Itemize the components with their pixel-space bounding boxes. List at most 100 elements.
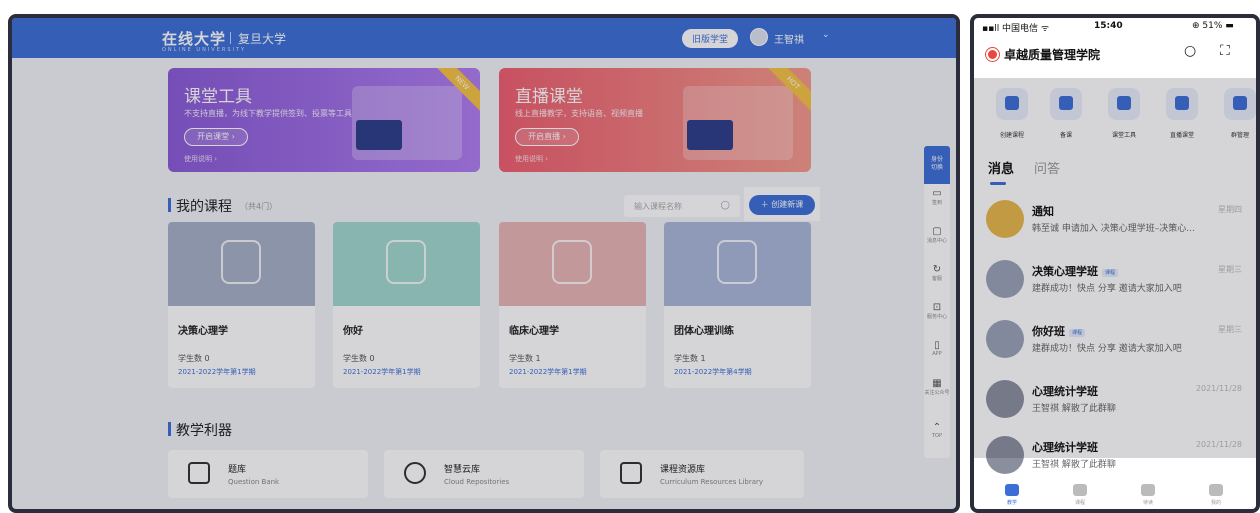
tab-messages[interactable]: 消息 <box>988 162 1014 177</box>
message-item[interactable]: 心理统计学班 王智祺 解散了此群聊 2021/11/28 <box>974 426 1256 486</box>
bell-icon <box>986 200 1024 238</box>
message-item[interactable]: 你好班 课程 建群成功！快点 分享 邀请大家加入吧 星期三 <box>974 310 1256 370</box>
rail-item-app[interactable]: ▯ APP <box>924 340 950 357</box>
quick-label: 创建课程 <box>999 132 1024 139</box>
course-term: 2021-2022学年第1学期 <box>343 368 421 376</box>
group-avatar <box>986 380 1024 418</box>
banner-title: 直播课堂 <box>515 87 583 107</box>
nav-label: 教学 <box>1006 500 1017 506</box>
nav-pending[interactable]: 待读 <box>1128 484 1168 506</box>
user-avatar[interactable] <box>750 28 768 46</box>
library-icon <box>620 462 642 484</box>
battery-indicator: ⊕ 51% ▬ <box>1192 21 1234 31</box>
course-card[interactable]: 你好 学生数 0 2021-2022学年第1学期 <box>333 222 480 388</box>
course-card[interactable]: 决策心理学 学生数 0 2021-2022学年第1学期 <box>168 222 315 388</box>
rail-label: TOP <box>931 433 942 439</box>
message-item[interactable]: 决策心理学班 课程 建群成功！快点 分享 邀请大家加入吧 星期三 <box>974 250 1256 310</box>
book-icon <box>717 240 757 284</box>
course-cover <box>664 222 811 306</box>
rail-item-support[interactable]: ↻ 客服 <box>924 264 950 282</box>
logo-text: 在线大学 <box>162 30 227 48</box>
course-cover <box>168 222 315 306</box>
rail-label: 客服 <box>931 276 942 282</box>
tool-question-bank[interactable]: 题库 Question Bank <box>168 450 368 498</box>
message-time: 2021/11/28 <box>1195 440 1242 449</box>
message-preview: 王智祺 解散了此群聊 <box>1032 404 1116 414</box>
start-live-button[interactable]: 开启直播 › <box>515 128 579 146</box>
rail-item-wechat[interactable]: ▦ 关注公众号 <box>924 378 950 396</box>
quick-group-manage[interactable]: 群管理 <box>1212 88 1256 139</box>
tool-resources-library[interactable]: 课程资源库 Curriculum Resources Library <box>600 450 804 498</box>
live-illustration <box>683 86 793 160</box>
tool-name: 课程资源库 <box>660 465 706 475</box>
message-item[interactable]: 心理统计学班 王智祺 解散了此群聊 2021/11/28 <box>974 370 1256 430</box>
rail-item-top[interactable]: ⌃ TOP <box>924 422 950 439</box>
head-icon <box>386 240 426 284</box>
start-class-button[interactable]: 开启课堂 › <box>184 128 248 146</box>
dim-overlay <box>12 18 956 509</box>
site-logo[interactable]: 在线大学 ONLINE UNIVERSITY <box>162 28 246 53</box>
app-logo <box>986 48 999 61</box>
create-course-button[interactable]: ＋ 创建新课 <box>749 195 815 215</box>
nav-courses[interactable]: 课程 <box>1060 484 1100 506</box>
course-icon <box>1073 484 1087 496</box>
course-card[interactable]: 临床心理学 学生数 1 2021-2022学年第1学期 <box>499 222 646 388</box>
tool-name: 题库 <box>228 465 247 475</box>
tab-qa[interactable]: 问答 <box>1034 162 1060 177</box>
tool-subtitle: Question Bank <box>228 478 280 486</box>
search-icon[interactable]: ○ <box>1184 43 1196 59</box>
help-link[interactable]: 使用说明 › <box>515 154 548 164</box>
message-icon: ▢ <box>932 226 942 237</box>
teaching-tools-title: 教学利器 <box>176 423 232 439</box>
identity-switch-button[interactable]: 身份 切换 <box>924 146 950 184</box>
search-icon[interactable]: ○ <box>720 198 730 211</box>
service-icon: ⊡ <box>932 302 942 313</box>
logo-divider <box>230 32 231 44</box>
group-icon <box>1224 88 1256 120</box>
message-item[interactable]: 通知 韩至诚 申请加入 决策心理学班–决策心... 星期四 <box>974 190 1256 250</box>
course-search-input[interactable]: 输入课程名称 ○ <box>624 195 740 217</box>
desktop-window: 在线大学 ONLINE UNIVERSITY 复旦大学 旧版学堂 王智祺 ⌄ 课… <box>8 14 960 513</box>
message-title: 心理统计学班 <box>1032 441 1098 454</box>
quick-prepare[interactable]: 备课 <box>1038 88 1094 139</box>
message-time: 星期三 <box>1218 325 1242 334</box>
banner-title: 课堂工具 <box>184 87 252 107</box>
course-card[interactable]: 团体心理训练 学生数 1 2021-2022学年第4学期 <box>664 222 811 388</box>
scan-icon[interactable]: ⛶ <box>1220 43 1230 59</box>
book-icon <box>552 240 592 284</box>
tool-cloud-repositories[interactable]: 智慧云库 Cloud Repositories <box>384 450 584 498</box>
user-name[interactable]: 王智祺 <box>774 31 804 46</box>
message-time: 星期三 <box>1218 265 1242 274</box>
create-course-icon <box>996 88 1028 120</box>
message-title: 心理统计学班 <box>1032 385 1098 398</box>
quick-label: 群管理 <box>1230 132 1249 139</box>
nav-teaching[interactable]: 教学 <box>992 484 1032 506</box>
banner-classroom-tools[interactable]: 课堂工具 不支持直播，为线下教学提供签到、投票等工具 开启课堂 › 使用说明 ›… <box>168 68 480 172</box>
group-avatar <box>986 436 1024 474</box>
classroom-illustration <box>352 86 462 160</box>
nav-label: 待读 <box>1142 500 1153 506</box>
course-name: 临床心理学 <box>509 326 559 337</box>
quick-live-class[interactable]: 直播课堂 <box>1154 88 1210 139</box>
quick-create-course[interactable]: 创建课程 <box>984 88 1040 139</box>
nav-profile[interactable]: 我的 <box>1196 484 1236 506</box>
student-count: 学生数 1 <box>509 354 541 363</box>
help-link[interactable]: 使用说明 › <box>184 154 217 164</box>
chevron-down-icon[interactable]: ⌄ <box>822 30 830 40</box>
banner-live-class[interactable]: 直播课堂 线上直播教学，支持语音、视频直播 开启直播 › 使用说明 › HOT <box>499 68 811 172</box>
rail-item-checkin[interactable]: ▭ 签到 <box>924 188 950 206</box>
profile-icon <box>1209 484 1223 496</box>
message-time: 2021/11/28 <box>1195 384 1242 393</box>
old-version-button[interactable]: 旧版学堂 <box>682 29 739 48</box>
screen-illustration <box>356 120 402 150</box>
qr-code-icon: ▦ <box>932 378 942 389</box>
rail-item-service[interactable]: ⊡ 服务中心 <box>924 302 950 320</box>
quick-class-tools[interactable]: 课堂工具 <box>1096 88 1152 139</box>
course-term: 2021-2022学年第4学期 <box>674 368 752 376</box>
course-name: 你好 <box>343 326 363 337</box>
status-time: 15:40 <box>1094 21 1123 31</box>
live-class-icon <box>1166 88 1198 120</box>
carrier-signal: ▪▪ll 中国电信 ᯤ <box>982 24 1050 34</box>
course-tag: 课程 <box>1102 268 1119 277</box>
rail-item-messages[interactable]: ▢ 消息中心 <box>924 226 950 244</box>
